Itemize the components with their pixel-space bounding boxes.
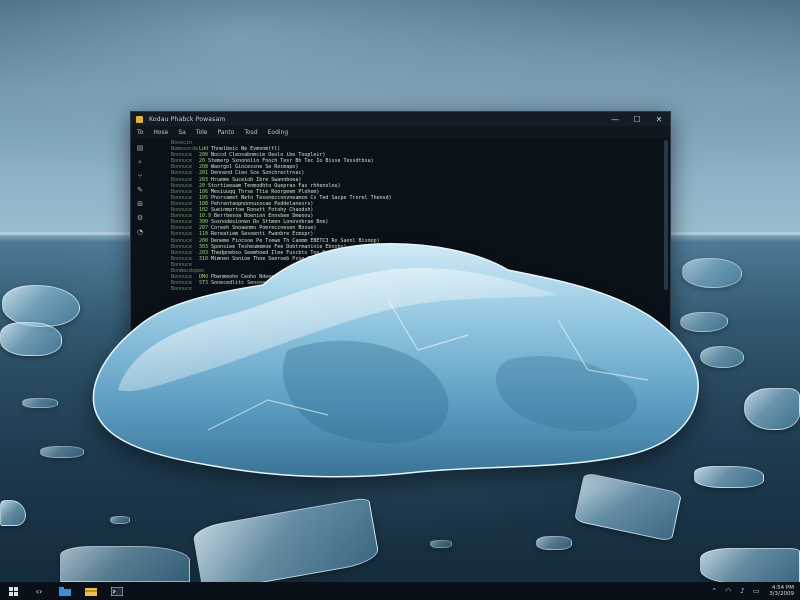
ice-shard bbox=[60, 546, 190, 582]
extensions-icon[interactable]: ⊞ bbox=[136, 200, 144, 208]
ice-shard bbox=[700, 548, 800, 584]
ice-shard bbox=[40, 446, 84, 458]
menu-item[interactable]: To bbox=[137, 129, 143, 136]
search-icon[interactable]: ⌕ bbox=[136, 158, 144, 166]
menu-item[interactable]: Eoding bbox=[268, 129, 289, 136]
account-icon[interactable]: ◔ bbox=[136, 228, 144, 236]
menu-item[interactable]: Panto bbox=[218, 129, 235, 136]
settings-icon[interactable]: ⚙ bbox=[136, 214, 144, 222]
menu-item[interactable]: Sa bbox=[178, 129, 186, 136]
ice-shard bbox=[2, 285, 80, 327]
clock[interactable]: 4:54 PM 3/3/2009 bbox=[769, 585, 794, 597]
battery-icon[interactable]: ▭ bbox=[751, 586, 761, 596]
ice-shard bbox=[694, 466, 764, 488]
network-icon[interactable]: ◠ bbox=[723, 586, 733, 596]
code-icon[interactable]: ‹› bbox=[26, 582, 52, 600]
iceberg bbox=[92, 242, 699, 478]
title-bar[interactable]: Kodau Phabck Powasam — ☐ ✕ bbox=[131, 112, 670, 126]
explorer-icon[interactable] bbox=[78, 582, 104, 600]
ice-shard bbox=[430, 540, 452, 548]
close-button[interactable]: ✕ bbox=[648, 112, 670, 126]
menu-item[interactable]: Tole bbox=[196, 129, 208, 136]
app-icon bbox=[136, 115, 143, 123]
taskbar: ‹› ⌃ ◠ ♪ ▭ 4:54 PM 3/3/2009 bbox=[0, 582, 800, 600]
ice-shard bbox=[110, 516, 130, 524]
file-icon[interactable]: ▤ bbox=[136, 144, 144, 152]
menu-bar: To Hose Sa Tole Panto Tosd Eoding bbox=[131, 126, 670, 138]
maximize-button[interactable]: ☐ bbox=[626, 112, 648, 126]
ice-shard bbox=[700, 346, 744, 368]
folder-icon[interactable] bbox=[52, 582, 78, 600]
menu-item[interactable]: Hose bbox=[153, 129, 168, 136]
window-title: Kodau Phabck Powasam bbox=[149, 115, 226, 123]
windows-icon[interactable] bbox=[0, 582, 26, 600]
debug-icon[interactable]: ✎ bbox=[136, 186, 144, 194]
system-tray: ⌃ ◠ ♪ ▭ 4:54 PM 3/3/2009 bbox=[709, 582, 794, 600]
ice-shard bbox=[22, 398, 58, 408]
ice-shard bbox=[744, 388, 800, 430]
menu-item[interactable]: Tosd bbox=[244, 129, 257, 136]
minimize-button[interactable]: — bbox=[604, 112, 626, 126]
chevron-up-icon[interactable]: ⌃ bbox=[709, 586, 719, 596]
volume-icon[interactable]: ♪ bbox=[737, 586, 747, 596]
terminal-icon[interactable] bbox=[104, 582, 130, 600]
clock-date: 3/3/2009 bbox=[769, 591, 794, 597]
ice-shard bbox=[536, 536, 572, 550]
branch-icon[interactable]: ⑂ bbox=[136, 172, 144, 180]
ice-shard bbox=[0, 322, 62, 356]
